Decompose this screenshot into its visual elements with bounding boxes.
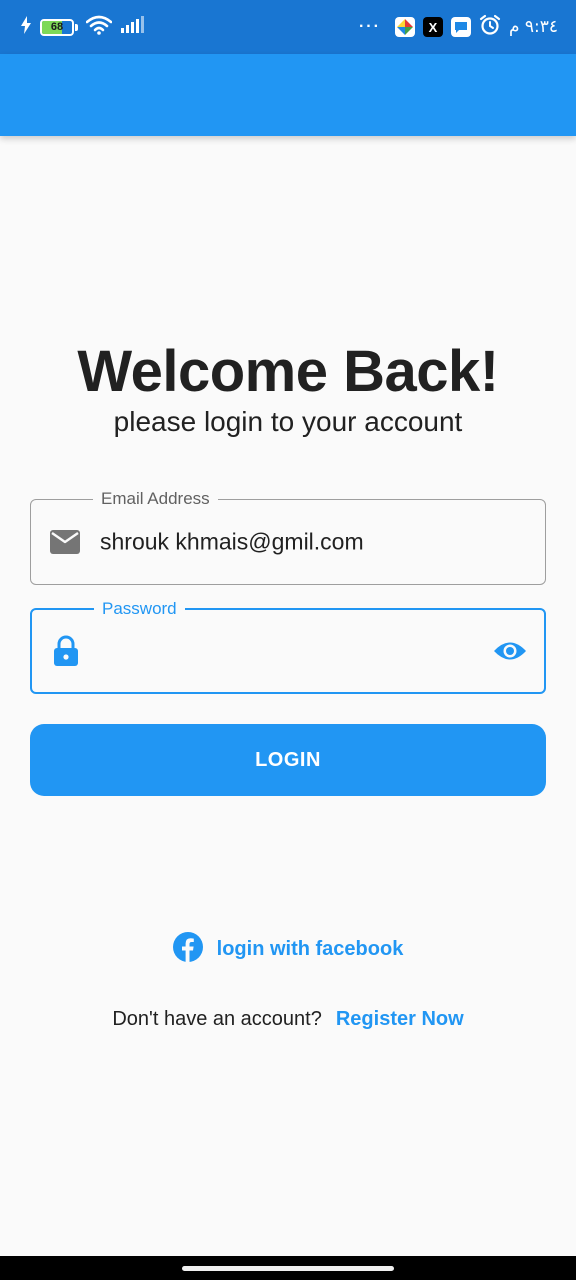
mail-icon	[49, 526, 81, 558]
eye-icon[interactable]	[492, 633, 528, 669]
login-button[interactable]: LOGIN	[30, 724, 546, 796]
facebook-icon	[172, 932, 203, 967]
wifi-icon	[85, 15, 113, 40]
home-gesture-handle[interactable]	[182, 1265, 394, 1271]
status-bar: 68 ··· X ٩:٣٤ م	[0, 0, 576, 54]
register-question: Don't have an account?	[112, 1008, 322, 1030]
alarm-icon	[479, 14, 501, 41]
x-app-icon: X	[422, 17, 443, 37]
more-notifications-icon: ···	[358, 18, 381, 35]
colorful-app-icon	[394, 17, 415, 37]
email-field-label: Email Address	[93, 489, 218, 509]
status-bar-right: ··· X ٩:٣٤ م	[359, 14, 558, 41]
register-now-link[interactable]: Register Now	[336, 1008, 464, 1031]
password-field[interactable]: Password	[30, 599, 546, 694]
register-row: Don't have an account? Register Now	[0, 1008, 576, 1031]
signal-icon	[120, 15, 146, 39]
email-value: shrouk khmais@gmil.com	[100, 528, 364, 555]
page-subtitle: please login to your account	[113, 406, 463, 437]
email-field[interactable]: Email Address shrouk khmais@gmil.com	[30, 489, 546, 585]
system-navigation-bar	[0, 1256, 576, 1280]
battery-level: 68	[50, 21, 64, 33]
password-field-label: Password	[94, 599, 185, 619]
charging-icon	[20, 15, 32, 39]
app-bar	[0, 54, 576, 136]
status-time: ٩:٣٤ م	[508, 17, 558, 37]
messages-icon	[450, 17, 471, 37]
facebook-login-link[interactable]: login with facebook	[0, 932, 576, 967]
facebook-login-label: login with facebook	[216, 938, 404, 960]
battery-icon: 68	[40, 18, 78, 36]
lock-icon	[50, 635, 82, 667]
status-bar-left: 68	[20, 15, 146, 40]
page-title: Welcome Back!	[77, 339, 499, 404]
